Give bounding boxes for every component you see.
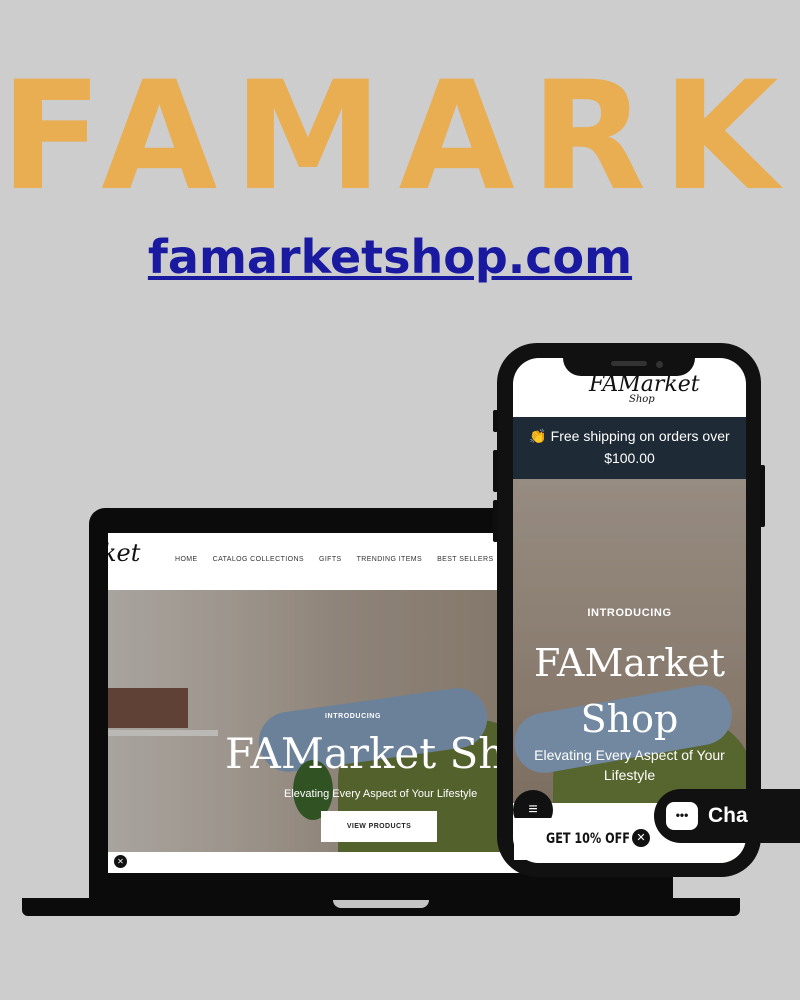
- hero-banner: INTRODUCING FAMarket Sho Elevating Every…: [108, 590, 528, 852]
- hero-tagline: Elevating Every Aspect of Your Lifestyle: [284, 788, 478, 800]
- nav-best-sellers[interactable]: BEST SELLERS: [437, 556, 493, 563]
- nav-gifts[interactable]: GIFTS: [319, 556, 342, 563]
- view-products-button[interactable]: VIEW PRODUCTS: [321, 811, 437, 842]
- hero-intro: INTRODUCING: [325, 713, 381, 720]
- hero-overlay: [108, 590, 528, 852]
- site-logo[interactable]: ket: [108, 539, 140, 567]
- shipping-announcement-bar: 👏 Free shipping on orders over $100.00: [513, 417, 746, 479]
- mobile-hero-title-line2: Shop: [580, 697, 679, 741]
- shipping-amount: $100.00: [604, 450, 655, 466]
- mobile-hero-tagline-line1: Elevating Every Aspect of Your: [534, 747, 725, 763]
- laptop-notch: [333, 900, 429, 908]
- nav-home[interactable]: HOME: [175, 556, 198, 563]
- mobile-hero-title: FAMarket Shop: [513, 635, 746, 747]
- brand-title: FAMARKET: [0, 50, 800, 224]
- site-header: ket HOME CATALOG COLLECTIONS GIFTS TREND…: [108, 533, 528, 590]
- mobile-hero-tagline: Elevating Every Aspect of Your Lifestyle: [513, 745, 746, 785]
- site-url-link[interactable]: famarketshop.com: [0, 230, 780, 284]
- phone-volume-down-button: [493, 500, 498, 542]
- discount-label: GET 10% OFF: [546, 831, 630, 847]
- mobile-hero-title-line1: FAMarket: [533, 641, 726, 685]
- mobile-site-logo-sub: Shop: [629, 394, 655, 405]
- discount-popup-button[interactable]: GET 10% OFF ✕: [514, 818, 660, 860]
- chat-bubble-icon: •••: [666, 802, 698, 830]
- phone-screen: FAMarket Shop 👏 Free shipping on orders …: [513, 358, 746, 863]
- mobile-hero-tagline-line2: Lifestyle: [603, 767, 656, 783]
- mobile-hero-intro: INTRODUCING: [587, 607, 672, 619]
- phone-speaker: [611, 361, 647, 366]
- phone-volume-up-button: [493, 450, 498, 492]
- phone-power-button: [760, 465, 765, 527]
- nav-catalog-collections[interactable]: CATALOG COLLECTIONS: [213, 556, 304, 563]
- main-nav: HOME CATALOG COLLECTIONS GIFTS TRENDING …: [175, 556, 528, 563]
- hero-title: FAMarket Sho: [225, 729, 528, 778]
- nav-trending-items[interactable]: TRENDING ITEMS: [357, 556, 423, 563]
- chat-button[interactable]: ••• Cha: [654, 789, 800, 843]
- phone-mute-button: [493, 410, 498, 432]
- phone-notch: [563, 343, 695, 376]
- close-icon[interactable]: ✕: [632, 829, 650, 847]
- phone-camera: [656, 361, 663, 368]
- shipping-text: 👏 Free shipping on orders over: [529, 428, 730, 444]
- close-icon[interactable]: ✕: [114, 855, 127, 868]
- laptop-screen: ket HOME CATALOG COLLECTIONS GIFTS TREND…: [108, 533, 528, 873]
- chat-label: Cha: [708, 804, 748, 827]
